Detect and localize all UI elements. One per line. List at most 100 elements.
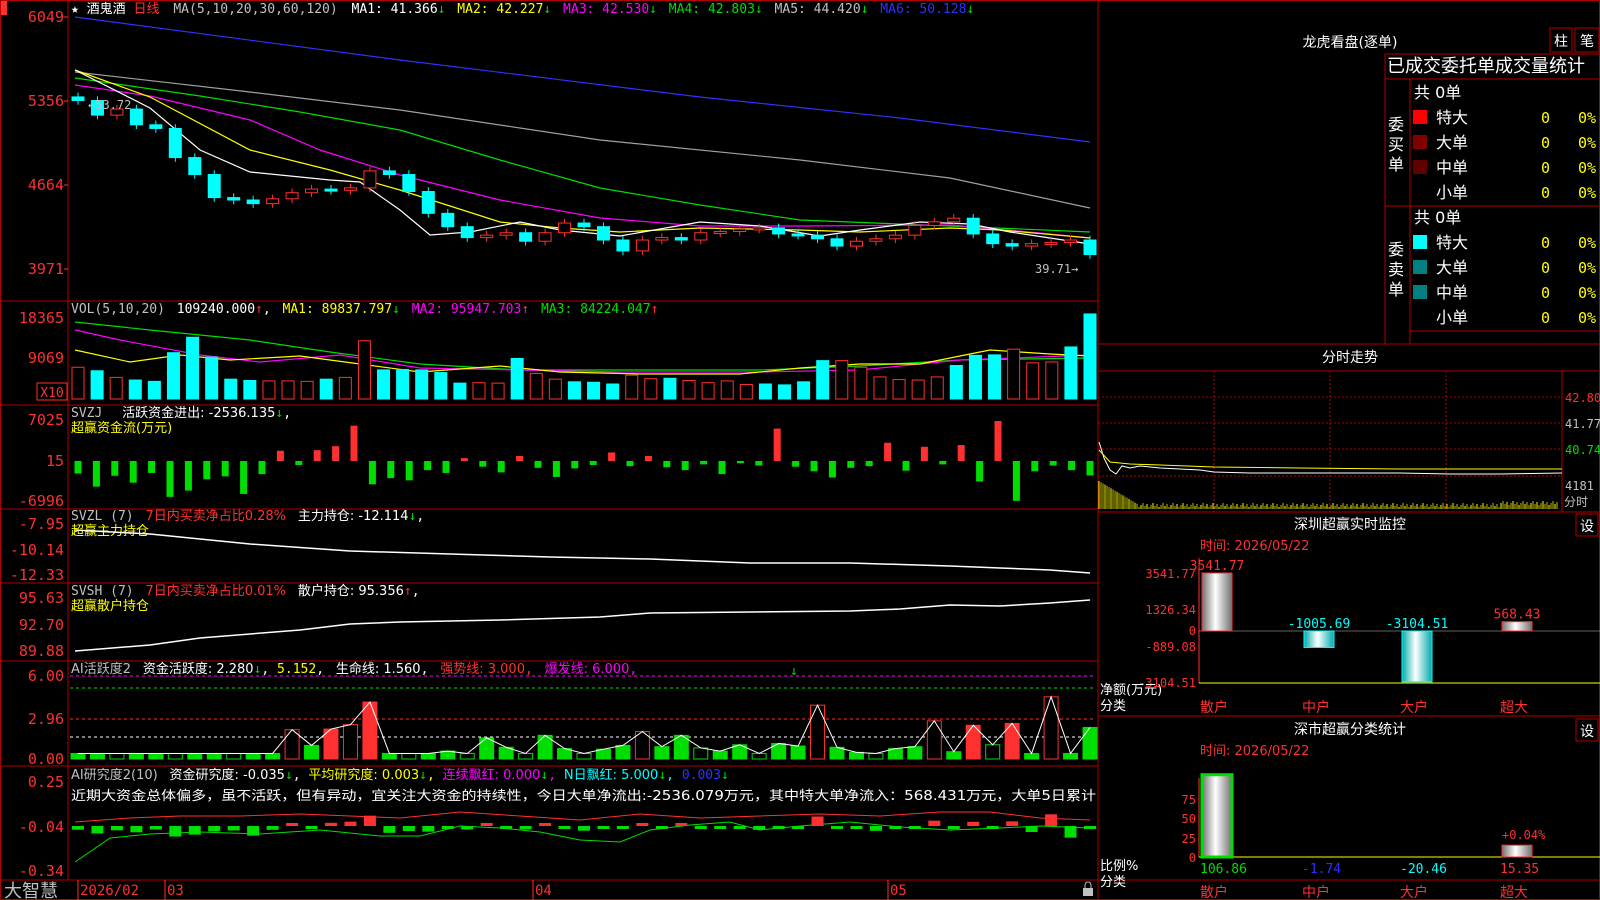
menu-marker-icon[interactable] — [1, 1, 7, 15]
research-bar — [850, 826, 863, 829]
research-bar — [227, 826, 240, 831]
candle[interactable] — [772, 227, 786, 235]
research-bar — [91, 826, 104, 834]
candle[interactable] — [811, 234, 825, 240]
class-bar[interactable] — [1501, 844, 1533, 858]
volume-bar — [377, 369, 391, 400]
activity-bar — [206, 752, 222, 760]
candle[interactable] — [168, 127, 182, 159]
candle[interactable] — [402, 174, 416, 193]
ma6-label: MA6: 50.128 — [880, 2, 966, 17]
candle[interactable] — [441, 212, 455, 228]
candle[interactable] — [188, 157, 202, 176]
class-extra-label: +0.04% — [1502, 828, 1546, 842]
candle[interactable] — [947, 217, 961, 223]
vol-axis: 18365 9069 — [19, 309, 64, 367]
candle[interactable] — [577, 222, 591, 228]
candle[interactable] — [966, 217, 980, 235]
order-percent: 0% — [1578, 284, 1596, 302]
candle[interactable] — [849, 240, 863, 247]
order-percent: 0% — [1578, 159, 1596, 177]
candle[interactable] — [1083, 239, 1097, 256]
candle[interactable] — [227, 197, 241, 201]
class-category: 大户 — [1400, 884, 1428, 900]
candle[interactable] — [71, 96, 85, 102]
candle[interactable] — [460, 226, 474, 239]
fund-flow-bar — [1049, 461, 1057, 466]
candle[interactable] — [285, 192, 299, 200]
sz-monitor-axis: 3541.77 1326.34 0 -889.08 -3104.51 — [1138, 567, 1196, 690]
candle[interactable] — [558, 222, 572, 234]
fund-flow-bar — [148, 461, 156, 473]
period-label[interactable]: 日线 — [134, 2, 160, 17]
candle[interactable] — [149, 124, 163, 129]
candle[interactable] — [791, 233, 805, 237]
candle[interactable] — [538, 232, 552, 242]
class-bar[interactable] — [1200, 773, 1234, 859]
candle[interactable] — [635, 239, 649, 252]
vol-tick: 9069 — [28, 349, 64, 367]
ai-research-arrow2: ↓ — [419, 768, 427, 783]
candle[interactable] — [246, 199, 260, 205]
candle[interactable] — [421, 191, 435, 214]
activity-bar — [946, 751, 962, 760]
price-tick: 6049 — [28, 8, 64, 26]
candle[interactable] — [266, 198, 280, 205]
candle[interactable] — [830, 238, 844, 247]
candle[interactable] — [927, 221, 941, 226]
candle[interactable] — [596, 226, 610, 241]
candle[interactable] — [519, 232, 533, 242]
intraday-volume-bars — [1098, 481, 1558, 509]
candle[interactable] — [1044, 241, 1058, 245]
candle[interactable] — [343, 187, 357, 191]
candle[interactable] — [1025, 243, 1039, 247]
candle[interactable] — [480, 234, 494, 239]
monitor-bar[interactable] — [1501, 621, 1533, 632]
svzl-tick: -10.14 — [10, 541, 64, 559]
ai-active-label5: 爆发线: 6.000 — [545, 661, 630, 677]
candle[interactable] — [499, 232, 513, 236]
candle[interactable] — [655, 237, 669, 241]
svsh-title: SVSH (7) — [71, 584, 134, 599]
candle[interactable] — [733, 228, 747, 233]
volume-bar — [739, 383, 753, 400]
stock-name[interactable]: 酒鬼酒 — [87, 1, 126, 17]
candle[interactable] — [869, 238, 883, 242]
class-bar-label: 15.35 — [1500, 862, 1539, 877]
monitor-bar[interactable] — [1303, 630, 1335, 648]
candle[interactable] — [616, 239, 630, 252]
candle[interactable] — [305, 188, 319, 194]
candle[interactable] — [713, 231, 727, 235]
activity-bar — [712, 750, 728, 760]
research-bar — [266, 826, 279, 830]
ma5-label: MA5: 44.420 — [775, 2, 861, 17]
candle[interactable] — [207, 174, 221, 199]
monitor-bar[interactable] — [1201, 572, 1233, 632]
candle[interactable] — [752, 227, 766, 231]
fund-flow-bar — [847, 461, 855, 468]
candle[interactable] — [1005, 243, 1019, 247]
sz-monitor-tick: 0 — [1189, 624, 1196, 638]
candle[interactable] — [382, 170, 396, 176]
sell-side-char: 委 — [1388, 240, 1404, 259]
research-bar — [286, 823, 299, 826]
fund-flow-bar — [460, 458, 468, 461]
lock-icon[interactable] — [1083, 881, 1093, 896]
ma1-arrow: ↓ — [438, 2, 446, 17]
fund-flow-bar — [276, 450, 284, 461]
candle[interactable] — [129, 108, 143, 126]
candle[interactable] — [986, 233, 1000, 245]
candle[interactable] — [908, 224, 922, 236]
candle[interactable] — [674, 237, 688, 241]
candle[interactable] — [694, 232, 708, 241]
candle[interactable] — [888, 234, 902, 240]
research-bar — [480, 823, 493, 826]
candle[interactable] — [1064, 239, 1078, 243]
candle[interactable] — [324, 188, 338, 192]
candle[interactable] — [363, 170, 377, 189]
research-bar — [383, 826, 396, 833]
ai-research-tick: -0.34 — [19, 862, 64, 880]
monitor-bar[interactable] — [1401, 630, 1433, 683]
fund-flow-bar — [516, 455, 524, 461]
sz-monitor-bars: 3541.77 -1005.69 -3104.51 568.43 — [1190, 559, 1540, 683]
